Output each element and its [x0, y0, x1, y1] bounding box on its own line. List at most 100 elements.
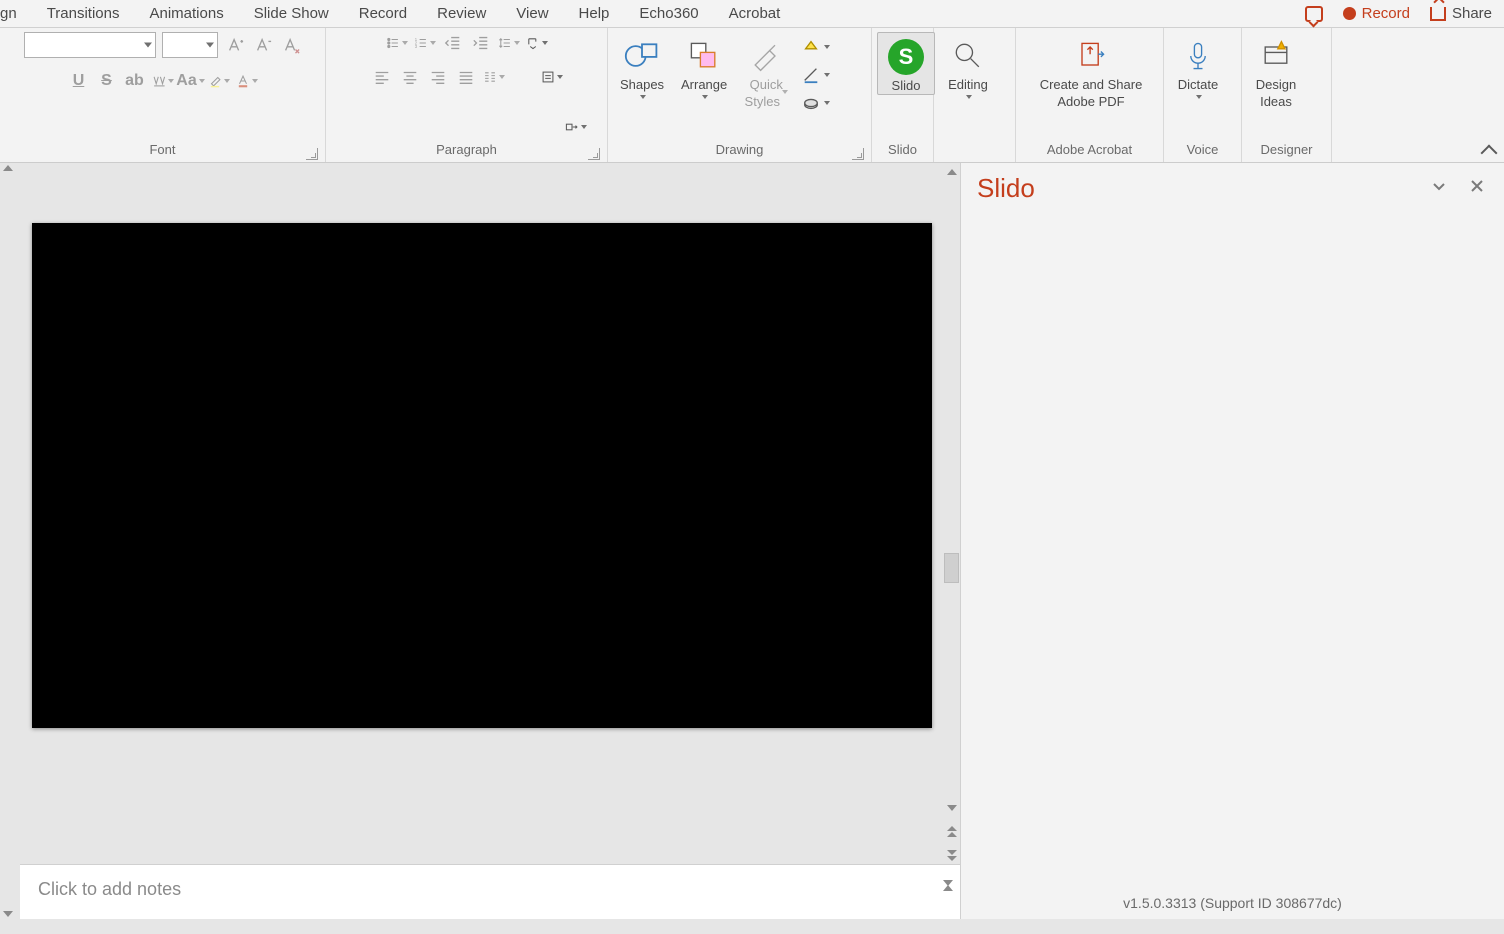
- chevron-down-icon: [402, 41, 408, 45]
- design-ideas-label1: Design: [1256, 78, 1296, 93]
- align-left-button[interactable]: [371, 66, 393, 88]
- chevron-down-icon: [224, 79, 230, 83]
- collapse-ribbon-button[interactable]: [1480, 144, 1498, 158]
- shapes-button[interactable]: Shapes: [613, 32, 671, 99]
- slido-label: Slido: [892, 79, 921, 94]
- pane-close-button[interactable]: [1466, 175, 1488, 202]
- slide-vertical-scrollbar[interactable]: [943, 163, 960, 864]
- share-button[interactable]: Share: [1430, 5, 1492, 22]
- shape-outline-button[interactable]: [799, 64, 833, 86]
- tab-transitions[interactable]: Transitions: [47, 1, 120, 26]
- notes-scrollbar[interactable]: [943, 865, 960, 919]
- scroll-up-icon[interactable]: [947, 169, 957, 175]
- notes-placeholder: Click to add notes: [38, 879, 181, 899]
- editing-button[interactable]: Editing: [939, 32, 997, 99]
- tab-design-partial[interactable]: gn: [0, 1, 17, 26]
- microphone-icon: [1178, 36, 1218, 76]
- group-label-designer: Designer: [1260, 142, 1312, 157]
- chevron-down-icon: [782, 90, 788, 109]
- bullets-button[interactable]: [386, 32, 408, 54]
- font-dialog-launcher[interactable]: [306, 148, 318, 160]
- text-shadow-button[interactable]: ab: [124, 70, 146, 92]
- record-button-label: Record: [1362, 5, 1410, 22]
- shapes-label: Shapes: [620, 78, 664, 93]
- status-bar-area: [0, 919, 1504, 934]
- quick-styles-icon: [746, 36, 786, 76]
- group-label-drawing: Drawing: [716, 142, 764, 157]
- dictate-button[interactable]: Dictate: [1169, 32, 1227, 99]
- convert-smartart-button[interactable]: [565, 116, 587, 138]
- align-text-button[interactable]: [541, 66, 563, 88]
- previous-slide-icon[interactable]: [947, 826, 957, 838]
- dictate-label: Dictate: [1178, 78, 1218, 93]
- tab-animations[interactable]: Animations: [150, 1, 224, 26]
- svg-text:3: 3: [414, 44, 417, 49]
- next-slide-icon[interactable]: [947, 850, 957, 862]
- create-share-pdf-button[interactable]: Create and Share Adobe PDF: [1021, 32, 1161, 110]
- numbering-button[interactable]: 123: [414, 32, 436, 54]
- quick-styles-label2: Styles: [745, 94, 780, 109]
- scroll-up-icon[interactable]: [3, 165, 13, 171]
- align-right-button[interactable]: [427, 66, 449, 88]
- align-center-button[interactable]: [399, 66, 421, 88]
- increase-font-size-button[interactable]: [224, 34, 246, 56]
- decrease-indent-button[interactable]: [442, 32, 464, 54]
- chevron-down-icon: [557, 75, 563, 79]
- scrollbar-thumb[interactable]: [944, 553, 959, 583]
- group-label-slido: Slido: [888, 142, 917, 157]
- strikethrough-button[interactable]: S: [96, 70, 118, 92]
- tab-slide-show[interactable]: Slide Show: [254, 1, 329, 26]
- share-button-label: Share: [1452, 5, 1492, 22]
- pane-options-button[interactable]: [1428, 175, 1450, 202]
- character-spacing-button[interactable]: [152, 70, 174, 92]
- record-button[interactable]: Record: [1343, 5, 1410, 22]
- chevron-down-icon: [542, 41, 548, 45]
- workspace: Click to add notes Slido v1.5.0.3313 (Su…: [0, 163, 1504, 919]
- comments-icon[interactable]: [1305, 6, 1323, 22]
- slide-canvas[interactable]: [32, 223, 932, 728]
- chevron-down-icon: [144, 43, 152, 48]
- ribbon-tabs: gn Transitions Animations Slide Show Rec…: [0, 0, 1504, 28]
- clear-formatting-button[interactable]: [280, 34, 302, 56]
- tab-echo360[interactable]: Echo360: [639, 1, 698, 26]
- font-size-combo[interactable]: [162, 32, 218, 58]
- design-ideas-label2: Ideas: [1260, 95, 1292, 110]
- arrange-button[interactable]: Arrange: [675, 32, 733, 99]
- scroll-down-icon[interactable]: [947, 805, 957, 811]
- tab-help[interactable]: Help: [579, 1, 610, 26]
- tab-review[interactable]: Review: [437, 1, 486, 26]
- chevron-down-icon: [824, 73, 830, 77]
- increase-indent-button[interactable]: [470, 32, 492, 54]
- font-color-button[interactable]: [236, 70, 258, 92]
- thumbnail-rail-scrollbar[interactable]: [0, 163, 20, 919]
- drawing-dialog-launcher[interactable]: [852, 148, 864, 160]
- paragraph-dialog-launcher[interactable]: [588, 148, 600, 160]
- create-share-pdf-label1: Create and Share: [1040, 78, 1143, 93]
- shape-effects-button[interactable]: [799, 92, 833, 114]
- chevron-down-icon: [499, 75, 505, 79]
- notes-pane[interactable]: Click to add notes: [20, 864, 960, 919]
- change-case-button[interactable]: Aa: [180, 70, 202, 92]
- scroll-down-icon[interactable]: [3, 911, 13, 917]
- line-spacing-button[interactable]: [498, 32, 520, 54]
- text-highlight-button[interactable]: [208, 70, 230, 92]
- tab-record[interactable]: Record: [359, 1, 407, 26]
- tab-view[interactable]: View: [516, 1, 548, 26]
- columns-button[interactable]: [483, 66, 505, 88]
- underline-button[interactable]: U: [68, 70, 90, 92]
- share-icon: [1430, 7, 1446, 21]
- font-family-combo[interactable]: [24, 32, 156, 58]
- text-direction-button[interactable]: [526, 32, 548, 54]
- shape-fill-button[interactable]: [799, 36, 833, 58]
- scroll-down-icon[interactable]: [943, 880, 953, 906]
- quick-styles-button[interactable]: Quick Styles: [737, 32, 795, 110]
- slido-task-pane: Slido v1.5.0.3313 (Support ID 308677dc): [960, 163, 1504, 919]
- chevron-down-icon: [206, 43, 214, 48]
- align-justify-button[interactable]: [455, 66, 477, 88]
- decrease-font-size-button[interactable]: [252, 34, 274, 56]
- slido-button[interactable]: S Slido: [877, 32, 935, 95]
- slido-version-text: v1.5.0.3313 (Support ID 308677dc): [1123, 895, 1342, 911]
- arrange-icon: [684, 36, 724, 76]
- design-ideas-button[interactable]: Design Ideas: [1247, 32, 1305, 110]
- tab-acrobat[interactable]: Acrobat: [729, 1, 781, 26]
